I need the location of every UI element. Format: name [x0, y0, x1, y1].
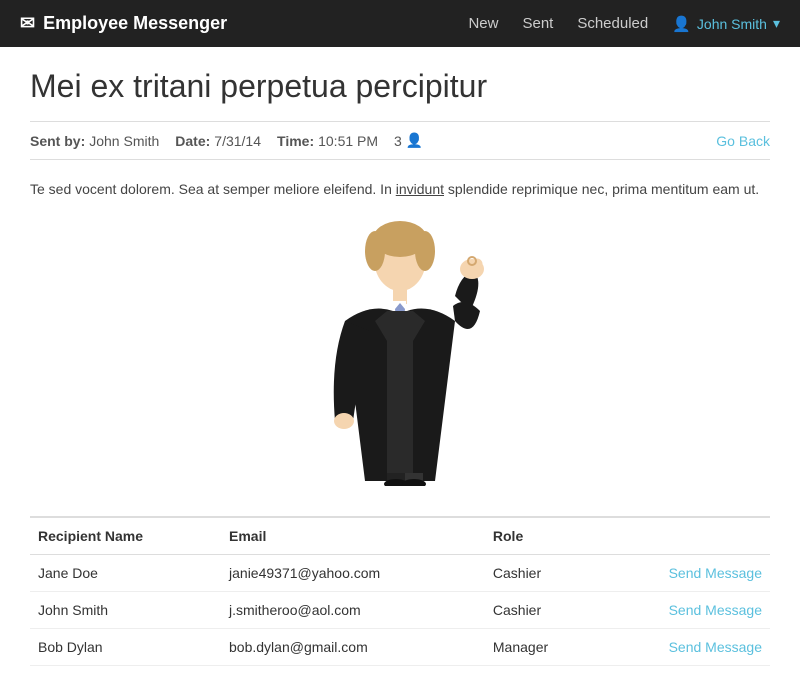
sent-by-value: John Smith	[89, 133, 159, 149]
go-back-link[interactable]: Go Back	[716, 133, 770, 149]
body-text-before: Te sed vocent dolorem. Sea at semper mel…	[30, 181, 396, 197]
brand-label: Employee Messenger	[43, 13, 227, 34]
navbar-links: New Sent Scheduled	[468, 15, 648, 32]
recipient-name: John Smith	[30, 591, 221, 628]
person-figure	[315, 221, 485, 486]
message-body: Te sed vocent dolorem. Sea at semper mel…	[30, 160, 770, 210]
send-message-cell: Send Message	[597, 554, 770, 591]
send-message-link[interactable]: Send Message	[669, 639, 762, 655]
time-meta: Time: 10:51 PM	[277, 133, 378, 149]
send-message-cell: Send Message	[597, 628, 770, 665]
send-message-cell: Send Message	[597, 591, 770, 628]
recipient-name: Jane Doe	[30, 554, 221, 591]
date-value: 7/31/14	[214, 133, 261, 149]
sent-by-label: Sent by:	[30, 133, 85, 149]
sent-link[interactable]: Sent	[522, 15, 553, 32]
recipient-role: Cashier	[485, 591, 597, 628]
body-underline: invidunt	[396, 181, 444, 197]
table-row: Jane Doe janie49371@yahoo.com Cashier Se…	[30, 554, 770, 591]
user-name: John Smith	[697, 16, 767, 32]
col-header-email: Email	[221, 517, 485, 555]
recipient-email: j.smitheroo@aol.com	[221, 591, 485, 628]
envelope-icon: ✉	[20, 13, 35, 34]
recipient-email: bob.dylan@gmail.com	[221, 628, 485, 665]
user-icon: 👤	[672, 15, 691, 33]
message-image	[30, 211, 770, 506]
recipients-count: 3 👤	[394, 132, 423, 149]
col-header-action	[597, 517, 770, 555]
body-text-after: splendide reprimique nec, prima mentitum…	[444, 181, 759, 197]
recipient-name: Bob Dylan	[30, 628, 221, 665]
count-value: 3	[394, 133, 402, 149]
time-value: 10:51 PM	[318, 133, 378, 149]
table-row: Bob Dylan bob.dylan@gmail.com Manager Se…	[30, 628, 770, 665]
table-header-row: Recipient Name Email Role	[30, 517, 770, 555]
time-label: Time:	[277, 133, 314, 149]
table-row: John Smith j.smitheroo@aol.com Cashier S…	[30, 591, 770, 628]
col-header-name: Recipient Name	[30, 517, 221, 555]
main-content: Mei ex tritani perpetua percipitur Sent …	[0, 47, 800, 686]
user-menu[interactable]: 👤 John Smith ▾	[672, 15, 780, 33]
new-link[interactable]: New	[468, 15, 498, 32]
recipient-role: Manager	[485, 628, 597, 665]
recipients-table: Recipient Name Email Role Jane Doe janie…	[30, 516, 770, 666]
date-label: Date:	[175, 133, 210, 149]
col-header-role: Role	[485, 517, 597, 555]
send-message-link[interactable]: Send Message	[669, 602, 762, 618]
message-meta: Sent by: John Smith Date: 7/31/14 Time: …	[30, 121, 770, 160]
navbar: ✉ Employee Messenger New Sent Scheduled …	[0, 0, 800, 47]
brand: ✉ Employee Messenger	[20, 13, 468, 34]
recipient-role: Cashier	[485, 554, 597, 591]
message-title: Mei ex tritani perpetua percipitur	[30, 67, 770, 105]
dropdown-icon: ▾	[773, 15, 780, 32]
scheduled-link[interactable]: Scheduled	[577, 15, 648, 32]
recipient-email: janie49371@yahoo.com	[221, 554, 485, 591]
send-message-link[interactable]: Send Message	[669, 565, 762, 581]
recipients-icon: 👤	[406, 132, 423, 149]
sent-by-meta: Sent by: John Smith	[30, 133, 159, 149]
date-meta: Date: 7/31/14	[175, 133, 261, 149]
